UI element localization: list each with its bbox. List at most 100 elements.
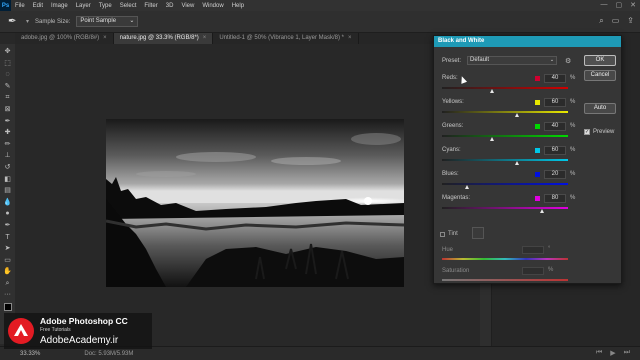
healing-brush-icon[interactable]: ✚ — [2, 127, 13, 139]
menu-filter[interactable]: Filter — [140, 3, 161, 9]
next-frame-icon[interactable]: ⏭ — [624, 349, 630, 357]
hand-tool-icon[interactable]: ✋ — [2, 266, 13, 278]
close-icon[interactable]: × — [203, 35, 207, 41]
cyans-slider-thumb[interactable] — [515, 161, 520, 165]
canvas-area — [15, 44, 480, 346]
zoom-level[interactable]: 33.33% — [20, 351, 40, 357]
saturation-value-field[interactable] — [522, 267, 544, 275]
blues-slider-thumb[interactable] — [464, 185, 469, 189]
menu-image[interactable]: Image — [47, 3, 72, 9]
preview-checkbox[interactable]: ✓ — [584, 129, 590, 135]
magentas-slider-thumb[interactable] — [540, 209, 545, 213]
maximize-icon[interactable]: ▢ — [616, 1, 623, 9]
menu-edit[interactable]: Edit — [29, 3, 47, 9]
menu-type[interactable]: Type — [95, 3, 116, 9]
reds-slider-track[interactable] — [442, 87, 568, 89]
tab-untitled[interactable]: Untitled-1 @ 50% (Vibrance 1, Layer Mask… — [213, 33, 359, 44]
document-image[interactable] — [106, 119, 404, 287]
quick-select-tool-icon[interactable]: ✎ — [2, 81, 13, 93]
greens-label: Greens: — [442, 123, 464, 129]
eyedropper-tool-icon[interactable]: ✒ — [2, 116, 13, 128]
watermark-title: Adobe Photoshop CC — [40, 316, 128, 326]
search-icon[interactable]: ⌕ — [599, 16, 603, 26]
menu-select[interactable]: Select — [116, 3, 141, 9]
yellows-slider-track[interactable] — [442, 111, 568, 113]
cyans-value-field[interactable]: 60 — [544, 146, 566, 155]
clone-stamp-icon[interactable]: ⊥ — [2, 150, 13, 162]
sample-size-label: Sample Size: — [35, 18, 71, 25]
greens-value-field[interactable]: 40 — [544, 122, 566, 131]
menu-3d[interactable]: 3D — [162, 3, 178, 9]
zoom-tool-icon[interactable]: ⌕ — [2, 278, 13, 290]
menu-view[interactable]: View — [177, 3, 198, 9]
magentas-value-field[interactable]: 80 — [544, 194, 566, 203]
menu-bar: Ps File Edit Image Layer Type Select Fil… — [0, 0, 640, 11]
tint-toggle[interactable]: Tint — [440, 231, 458, 237]
previous-frame-icon[interactable]: ⏮ — [596, 349, 602, 357]
saturation-label: Saturation — [442, 268, 470, 274]
play-icon[interactable]: ▶ — [610, 349, 615, 357]
menu-file[interactable]: File — [11, 3, 29, 9]
minimize-icon[interactable]: — — [601, 1, 608, 9]
timeline-controls: ⏮ ▶ ⏭ — [596, 349, 630, 357]
yellows-value-field[interactable]: 60 — [544, 98, 566, 107]
reds-value-field[interactable]: 40 — [544, 74, 566, 83]
close-icon[interactable]: × — [348, 35, 352, 41]
lasso-tool-icon[interactable]: ◌ — [2, 69, 13, 81]
tab-nature[interactable]: nature.jpg @ 33.3% (RGB/8*) × — [113, 33, 214, 44]
auto-button[interactable]: Auto — [584, 103, 616, 114]
preview-toggle[interactable]: ✓ Preview — [584, 129, 614, 135]
foreground-color-swatch[interactable] — [3, 303, 12, 312]
greens-slider-track[interactable] — [442, 135, 568, 137]
tool-preset-arrow-icon[interactable]: ▾ — [26, 18, 29, 25]
move-tool-icon[interactable]: ✥ — [2, 46, 13, 58]
blues-slider-track[interactable] — [442, 183, 568, 185]
tools-panel: ✥ ⬚ ◌ ✎ ⌗ ⊠ ✒ ✚ ✏ ⊥ ↺ ◧ ▤ 💧 ● ✒ T ➤ ▭ ✋ … — [0, 44, 15, 344]
yellows-slider-thumb[interactable] — [515, 113, 520, 117]
cyans-color-swatch — [535, 148, 540, 153]
more-tools-icon[interactable]: ··· — [2, 289, 13, 301]
close-icon[interactable]: × — [103, 35, 107, 41]
tint-color-swatch[interactable] — [472, 227, 484, 239]
tab-adobe[interactable]: adobe.jpg @ 100% (RGB/8#) × — [15, 33, 114, 44]
frame-tool-icon[interactable]: ⊠ — [2, 104, 13, 116]
menu-help[interactable]: Help — [228, 3, 248, 9]
dodge-tool-icon[interactable]: ● — [2, 208, 13, 220]
gradient-tool-icon[interactable]: ▤ — [2, 185, 13, 197]
workspace-icon[interactable]: ▭ — [612, 16, 620, 26]
marquee-tool-icon[interactable]: ⬚ — [2, 58, 13, 70]
reds-color-swatch — [535, 76, 540, 81]
dialog-title[interactable]: Black and White — [434, 36, 621, 47]
sample-size-select[interactable]: Point Sample ⌄ — [76, 16, 139, 27]
path-select-icon[interactable]: ➤ — [2, 243, 13, 255]
close-icon[interactable]: ✕ — [630, 1, 636, 9]
crop-tool-icon[interactable]: ⌗ — [2, 92, 13, 104]
cancel-button[interactable]: Cancel — [584, 70, 616, 81]
share-icon[interactable]: ⇪ — [627, 16, 634, 26]
pen-tool-icon[interactable]: ✒ — [2, 220, 13, 232]
blur-tool-icon[interactable]: 💧 — [2, 197, 13, 209]
reds-label: Reds: — [442, 75, 458, 81]
options-right-icons: ⌕ ▭ ⇪ — [599, 16, 634, 26]
ok-button[interactable]: OK — [584, 55, 616, 66]
blues-value-field[interactable]: 20 — [544, 170, 566, 179]
greens-slider-thumb[interactable] — [489, 137, 494, 141]
eraser-tool-icon[interactable]: ◧ — [2, 174, 13, 186]
preset-select[interactable]: Default ⌄ — [467, 56, 558, 65]
tint-checkbox[interactable] — [440, 231, 445, 237]
cyans-slider-track[interactable] — [442, 159, 568, 161]
gear-icon[interactable]: ⚙ — [565, 57, 571, 65]
magentas-slider-track[interactable] — [442, 207, 568, 209]
brush-tool-icon[interactable]: ✏ — [2, 139, 13, 151]
menu-layer[interactable]: Layer — [72, 3, 95, 9]
shape-tool-icon[interactable]: ▭ — [2, 255, 13, 267]
eyedropper-tool-icon[interactable]: ✒ — [8, 16, 20, 28]
history-brush-icon[interactable]: ↺ — [2, 162, 13, 174]
type-tool-icon[interactable]: T — [2, 232, 13, 244]
menu-window[interactable]: Window — [198, 3, 227, 9]
reds-slider-thumb[interactable] — [489, 89, 494, 93]
hue-slider-track[interactable] — [442, 258, 568, 260]
saturation-slider-track[interactable] — [442, 279, 568, 281]
blues-label: Blues: — [442, 171, 459, 177]
hue-value-field[interactable] — [522, 246, 544, 254]
